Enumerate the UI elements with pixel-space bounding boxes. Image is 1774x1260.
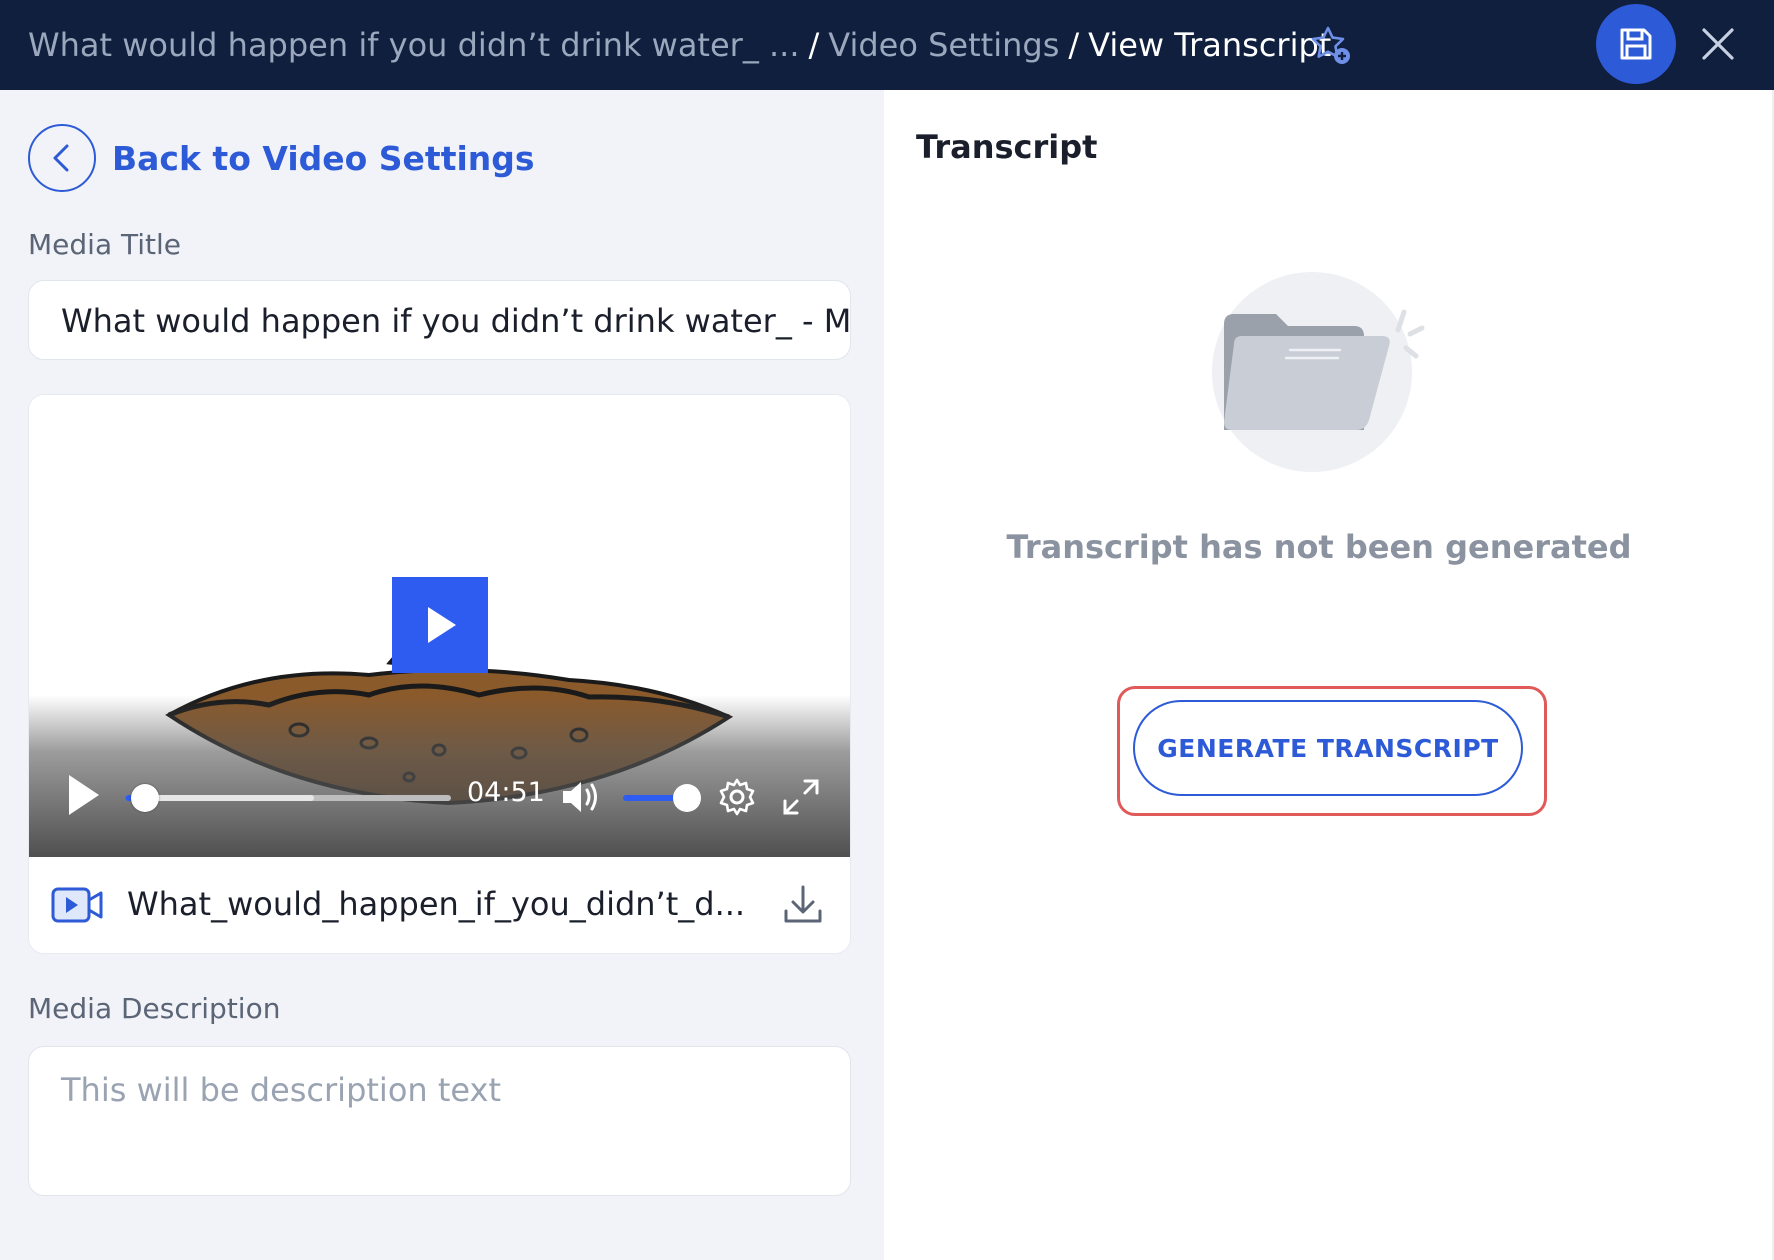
progress-handle[interactable] (130, 784, 159, 812)
media-file-row: What_would_happen_if_you_didn’t_d... (29, 857, 850, 953)
close-icon[interactable] (1696, 22, 1740, 66)
progress-bar[interactable] (125, 784, 451, 812)
back-to-video-settings-button[interactable]: Back to Video Settings (28, 124, 535, 192)
media-title-label: Media Title (28, 228, 182, 261)
media-title-input[interactable]: What would happen if you didn’t drink wa… (28, 280, 851, 360)
back-button-circle[interactable] (28, 124, 96, 192)
chevron-left-icon (53, 144, 69, 172)
download-icon[interactable] (781, 883, 825, 927)
video-card: 04:51 What_would_happen_if_you_didn’t_d.… (28, 394, 851, 954)
volume-icon[interactable] (559, 777, 603, 817)
breadcrumb-video-settings[interactable]: Video Settings (828, 26, 1059, 64)
play-icon[interactable] (63, 771, 103, 819)
breadcrumb: What would happen if you didn’t drink wa… (28, 0, 1331, 90)
save-icon (1620, 28, 1652, 60)
save-button[interactable] (1596, 4, 1676, 84)
back-label[interactable]: Back to Video Settings (112, 139, 535, 178)
transcript-heading: Transcript (916, 128, 1098, 166)
video-file-icon (51, 887, 103, 923)
app-window: What would happen if you didn’t drink wa… (0, 0, 1774, 1260)
star-add-icon[interactable] (1310, 24, 1352, 66)
media-description-label: Media Description (28, 992, 281, 1025)
big-play-button[interactable] (392, 577, 488, 673)
fullscreen-icon[interactable] (781, 777, 821, 817)
top-bar: What would happen if you didn’t drink wa… (0, 0, 1774, 90)
player-controls: 04:51 (29, 763, 850, 827)
breadcrumb-separator: / (1068, 26, 1080, 64)
play-icon (428, 607, 456, 643)
empty-folder-icon (1212, 272, 1425, 472)
breadcrumb-separator: / (808, 26, 820, 64)
current-time: 04:51 (467, 777, 545, 808)
media-settings-panel: Back to Video Settings Media Title What … (0, 90, 884, 1260)
media-file-name: What_would_happen_if_you_didn’t_d... (127, 885, 746, 923)
generate-transcript-button[interactable]: GENERATE TRANSCRIPT (1133, 700, 1523, 796)
empty-state-message: Transcript has not been generated (1006, 528, 1632, 566)
volume-handle[interactable] (673, 784, 701, 812)
media-description-input[interactable]: This will be description text (28, 1046, 851, 1196)
gear-icon[interactable] (717, 777, 757, 817)
breadcrumb-current: View Transcript (1088, 26, 1332, 64)
transcript-panel: Transcript Transcript has not been gener… (884, 90, 1774, 1260)
breadcrumb-media[interactable]: What would happen if you didn’t drink wa… (28, 26, 800, 64)
video-player[interactable]: 04:51 (29, 395, 850, 857)
